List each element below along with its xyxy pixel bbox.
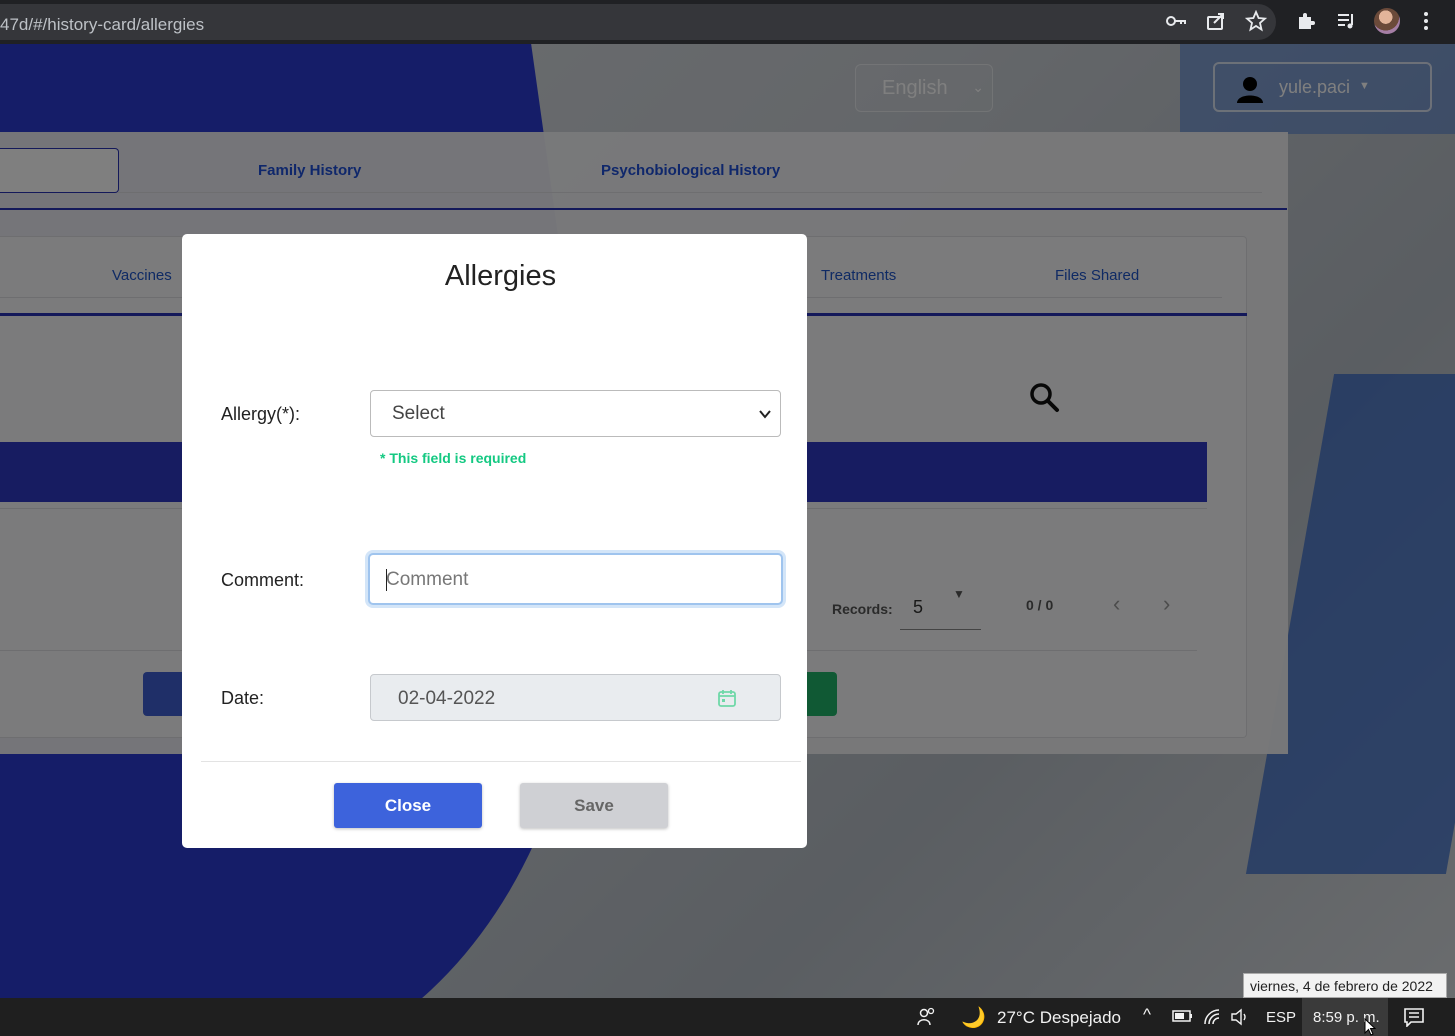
date-value: 02-04-2022 <box>398 688 496 709</box>
allergies-modal: Allergies Allergy(*): Select * This fiel… <box>182 234 807 848</box>
date-label: Date: <box>221 688 265 708</box>
people-icon[interactable] <box>916 1007 936 1027</box>
mouse-cursor <box>1364 1018 1376 1036</box>
bookmark-star-icon[interactable] <box>1244 9 1268 32</box>
battery-icon[interactable] <box>1172 1009 1194 1023</box>
url-text: 47d/#/history-card/allergies <box>0 15 205 34</box>
allergy-select[interactable]: Select <box>370 390 781 437</box>
browser-toolbar: 47d/#/history-card/allergies <box>0 0 1455 44</box>
comment-label: Comment: <box>221 570 305 590</box>
windows-taskbar: 🌙 27°C Despejado ^ ESP 8:59 p. m. <box>0 998 1455 1036</box>
weather-text[interactable]: 27°C Despejado <box>997 1008 1121 1028</box>
media-queue-icon[interactable] <box>1335 10 1357 32</box>
input-language[interactable]: ESP <box>1266 1009 1296 1026</box>
calendar-icon[interactable] <box>717 688 737 708</box>
browser-menu-icon[interactable] <box>1415 10 1437 32</box>
notifications-icon[interactable] <box>1403 1007 1425 1027</box>
text-cursor <box>386 569 387 591</box>
chevron-up-icon[interactable]: ^ <box>1143 1005 1151 1025</box>
chevron-down-icon <box>759 410 771 419</box>
moon-weather-icon[interactable]: 🌙 <box>961 1005 986 1030</box>
address-bar[interactable]: 47d/#/history-card/allergies <box>0 4 1276 40</box>
close-button[interactable]: Close <box>334 783 482 828</box>
profile-avatar[interactable] <box>1374 8 1400 34</box>
allergy-select-value: Select <box>392 403 445 424</box>
comment-input[interactable]: Comment <box>368 553 783 605</box>
required-message: * This field is required <box>380 450 527 466</box>
comment-placeholder: Comment <box>386 569 469 590</box>
save-button[interactable]: Save <box>520 783 668 828</box>
modal-title: Allergies <box>444 260 557 292</box>
wifi-icon[interactable] <box>1203 1008 1223 1026</box>
extensions-puzzle-icon[interactable] <box>1295 10 1317 32</box>
volume-icon[interactable] <box>1230 1008 1250 1026</box>
key-icon[interactable] <box>1165 10 1187 32</box>
share-icon[interactable] <box>1205 10 1227 32</box>
modal-footer-divider <box>201 761 801 762</box>
date-input[interactable]: 02-04-2022 <box>370 674 781 721</box>
date-tooltip: viernes, 4 de febrero de 2022 <box>1243 973 1447 998</box>
allergy-label: Allergy(*): <box>221 404 301 424</box>
